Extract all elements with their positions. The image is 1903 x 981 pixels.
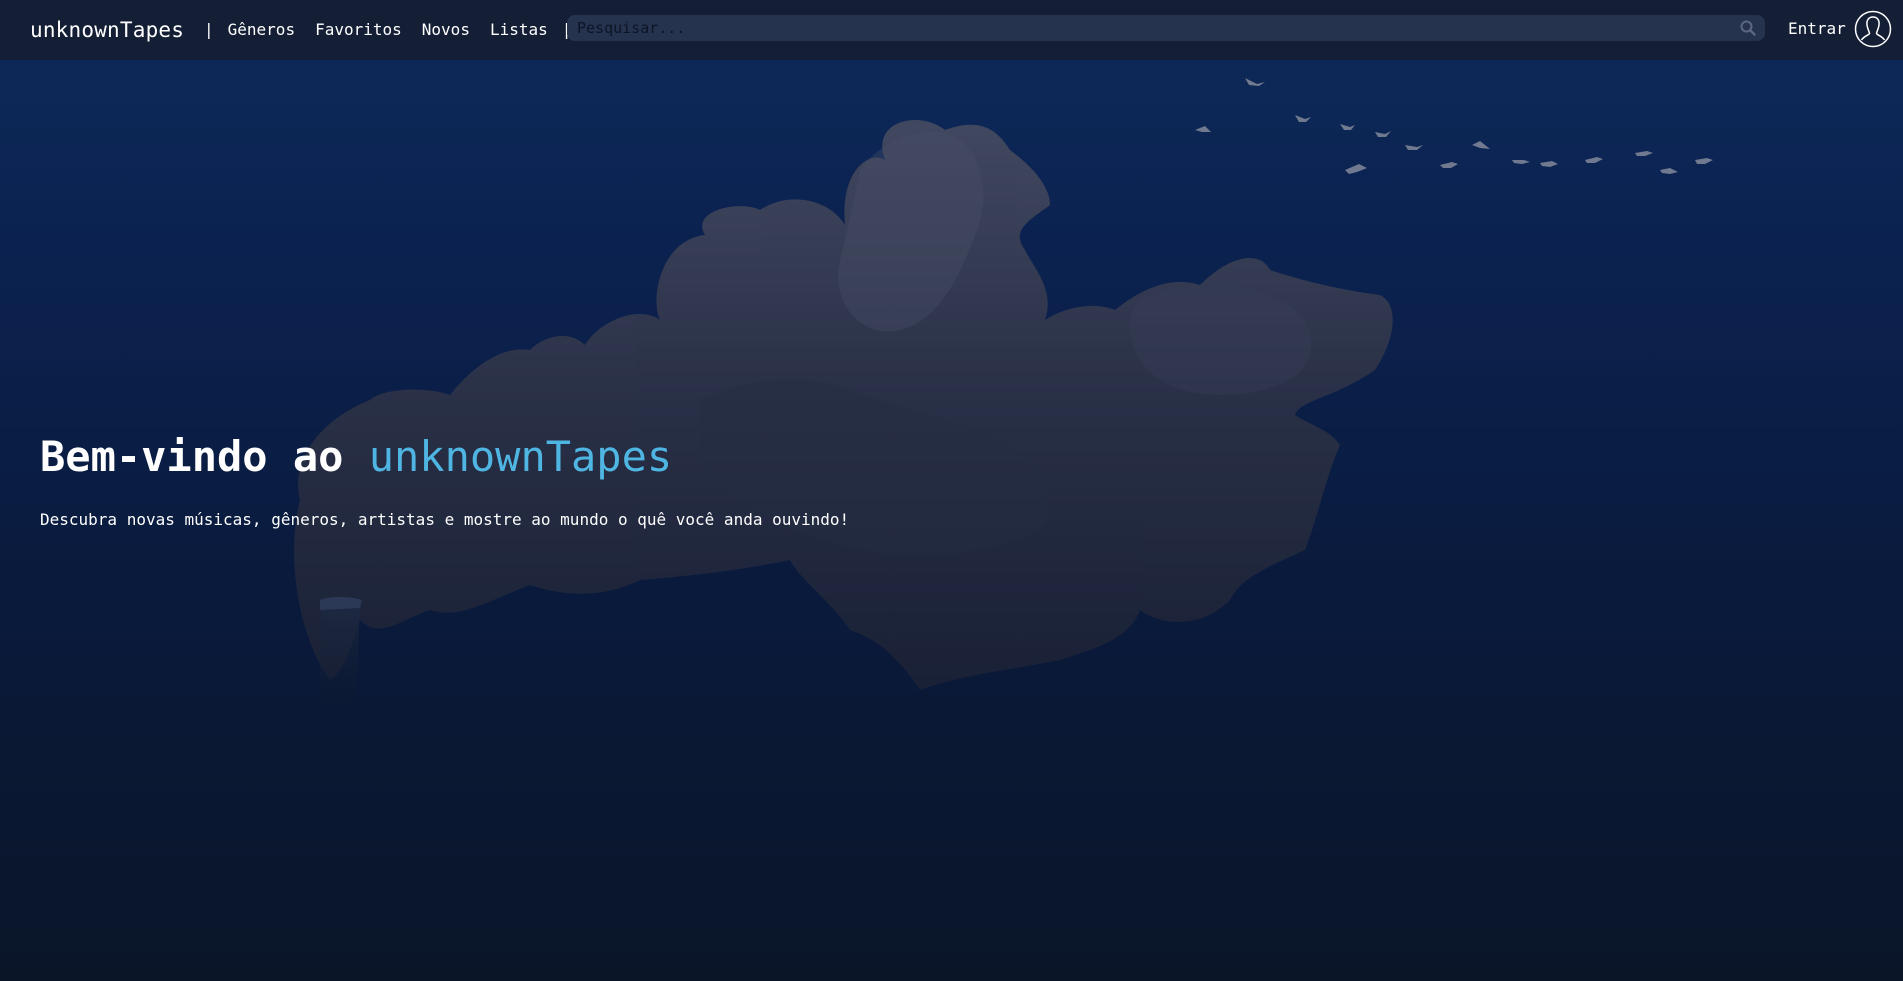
hero-subtitle: Descubra novas músicas, gêneros, artista… bbox=[40, 510, 850, 529]
main-nav: | Gêneros Favoritos Novos Listas | bbox=[200, 20, 575, 39]
chimney-shape bbox=[318, 597, 362, 722]
hero-illustration bbox=[294, 78, 1713, 722]
top-navbar: unknownTapes | Gêneros Favoritos Novos L… bbox=[0, 0, 1903, 60]
user-avatar-icon[interactable] bbox=[1854, 10, 1892, 48]
nav-item-generos[interactable]: Gêneros bbox=[228, 20, 295, 39]
search-bar bbox=[567, 15, 1765, 41]
birds-flock bbox=[1195, 78, 1713, 174]
nav-item-listas[interactable]: Listas bbox=[490, 20, 548, 39]
hero-title-prefix: Bem-vindo ao bbox=[40, 432, 369, 481]
search-input[interactable] bbox=[567, 15, 1727, 41]
nav-item-novos[interactable]: Novos bbox=[422, 20, 470, 39]
brand-logo-text[interactable]: unknownTapes bbox=[30, 18, 184, 42]
page: unknownTapes | Gêneros Favoritos Novos L… bbox=[0, 0, 1903, 981]
smoke-cloud-shape bbox=[294, 120, 1393, 690]
nav-separator-left: | bbox=[204, 20, 214, 39]
hero-title-brand: unknownTapes bbox=[368, 432, 673, 481]
nav-item-favoritos[interactable]: Favoritos bbox=[315, 20, 402, 39]
login-link[interactable]: Entrar bbox=[1788, 19, 1846, 38]
hero-title: Bem-vindo ao unknownTapes bbox=[40, 432, 672, 481]
search-icon[interactable] bbox=[1739, 19, 1757, 37]
